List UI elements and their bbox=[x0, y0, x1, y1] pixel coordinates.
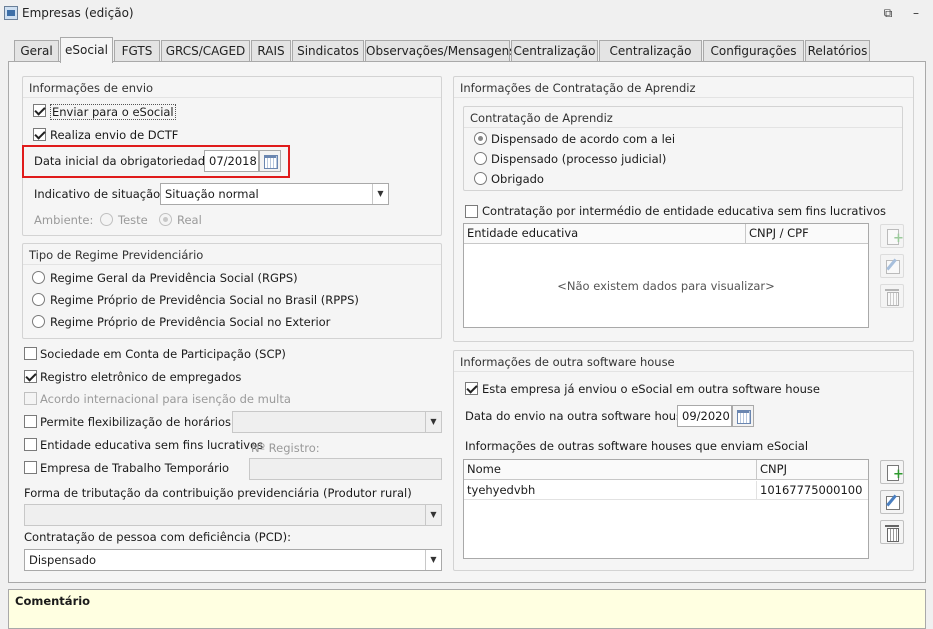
scp-label: Sociedade em Conta de Participação (SCP) bbox=[40, 347, 286, 361]
delete-icon[interactable] bbox=[880, 284, 904, 308]
tab-esocial[interactable]: eSocial bbox=[60, 37, 113, 63]
tab-rais[interactable]: RAIS bbox=[251, 40, 291, 62]
registro-eletronico-label: Registro eletrônico de empregados bbox=[40, 370, 242, 384]
contratacao-aprendiz-title: Contratação de Aprendiz bbox=[470, 111, 613, 125]
chevron-down-icon[interactable]: ▼ bbox=[425, 550, 441, 570]
acordo-checkbox[interactable] bbox=[24, 392, 37, 405]
tab-relatorios[interactable]: Relatórios bbox=[805, 40, 870, 62]
table-row[interactable]: tyehyedvbh 10167775000100 bbox=[464, 481, 868, 500]
regime-exterior-label: Regime Próprio de Previdência Social no … bbox=[50, 315, 331, 329]
acordo-label: Acordo internacional para isenção de mul… bbox=[40, 392, 291, 406]
empty-grid-message: <Não existem dados para visualizar> bbox=[557, 279, 775, 293]
calendar-icon[interactable] bbox=[732, 405, 754, 427]
situacao-select[interactable]: Situação normal ▼ bbox=[160, 183, 389, 205]
ambiente-teste-radio[interactable] bbox=[100, 213, 113, 226]
edit-icon[interactable] bbox=[880, 254, 904, 278]
column-header[interactable]: Entidade educativa bbox=[464, 224, 746, 244]
intermedio-entidade-checkbox[interactable] bbox=[465, 205, 478, 218]
dctf-checkbox[interactable] bbox=[33, 128, 46, 141]
dctf-label: Realiza envio de DCTF bbox=[50, 128, 179, 142]
scp-checkbox[interactable] bbox=[24, 347, 37, 360]
minimize-icon[interactable]: – bbox=[907, 4, 925, 22]
column-header[interactable]: Nome bbox=[464, 460, 757, 480]
entidade-grid[interactable]: Entidade educativa CNPJ / CPF <Não exist… bbox=[463, 223, 869, 328]
flexibilizacao-select[interactable]: ▼ bbox=[232, 411, 442, 433]
comment-label: Comentário bbox=[15, 594, 91, 608]
chevron-down-icon[interactable]: ▼ bbox=[425, 505, 441, 525]
situacao-label: Indicativo de situação: bbox=[34, 187, 165, 201]
aprendiz-group-title: Informações de Contratação de Aprendiz bbox=[460, 81, 696, 95]
entidade-educativa-checkbox[interactable] bbox=[24, 438, 37, 451]
column-header[interactable]: CNPJ / CPF bbox=[746, 224, 868, 244]
tributacao-select[interactable]: ▼ bbox=[24, 504, 442, 526]
pcd-value: Dispensado bbox=[29, 553, 97, 567]
comment-area[interactable]: Comentário bbox=[8, 589, 926, 629]
aprendiz-dispensado-lei-label: Dispensado de acordo com a lei bbox=[491, 132, 676, 146]
enviou-outra-checkbox[interactable] bbox=[465, 382, 478, 395]
regime-rgps-label: Regime Geral da Previdência Social (RGPS… bbox=[50, 271, 298, 285]
chevron-down-icon[interactable]: ▼ bbox=[425, 412, 441, 432]
tab-configuracoes[interactable]: Configurações bbox=[703, 40, 804, 62]
ambiente-teste-label: Teste bbox=[118, 213, 148, 227]
data-envio-input[interactable]: 09/2020 bbox=[677, 405, 732, 427]
regime-group-title: Tipo de Regime Previdenciário bbox=[29, 248, 204, 262]
flexibilizacao-label: Permite flexibilização de horários bbox=[40, 415, 231, 429]
software-grid-title: Informações de outras software houses qu… bbox=[465, 439, 809, 453]
tab-centralizacao-cs[interactable]: Centralização CS bbox=[599, 40, 702, 78]
ambiente-real-label: Real bbox=[177, 213, 202, 227]
regime-exterior-radio[interactable] bbox=[32, 315, 45, 328]
aprendiz-dispensado-judicial-radio[interactable] bbox=[474, 152, 487, 165]
tab-observacoes[interactable]: Observações/Mensagens bbox=[365, 40, 516, 62]
chevron-down-icon[interactable]: ▼ bbox=[372, 184, 388, 204]
add-icon[interactable] bbox=[880, 460, 904, 484]
pcd-label: Contratação de pessoa com deficiência (P… bbox=[24, 530, 291, 544]
tab-grcs-caged[interactable]: GRCS/CAGED bbox=[161, 40, 250, 62]
highlight-box bbox=[22, 145, 290, 178]
registro-eletronico-checkbox[interactable] bbox=[24, 370, 37, 383]
tributacao-label: Forma de tributação da contribuição prev… bbox=[24, 486, 412, 500]
flexibilizacao-checkbox[interactable] bbox=[24, 415, 37, 428]
trabalho-temporario-checkbox[interactable] bbox=[24, 461, 37, 474]
column-header[interactable]: CNPJ bbox=[757, 460, 868, 480]
aprendiz-dispensado-judicial-label: Dispensado (processo judicial) bbox=[491, 152, 667, 166]
entidade-educativa-label: Entidade educativa sem fins lucrativos bbox=[40, 438, 264, 452]
window-title: Empresas (edição) bbox=[22, 6, 134, 20]
numero-registro-label: Nº Registro: bbox=[251, 441, 320, 455]
ambiente-real-radio[interactable] bbox=[159, 213, 172, 226]
delete-icon[interactable] bbox=[880, 520, 904, 544]
row-cnpj: 10167775000100 bbox=[760, 483, 863, 497]
edit-icon[interactable] bbox=[880, 490, 904, 514]
tab-fgts[interactable]: FGTS bbox=[114, 40, 160, 62]
restore-icon[interactable]: ⧉ bbox=[879, 4, 897, 22]
numero-registro-input[interactable] bbox=[249, 458, 442, 480]
tab-centralizacao[interactable]: Centralização bbox=[511, 40, 598, 62]
enviar-esocial-checkbox[interactable] bbox=[33, 104, 46, 117]
aprendiz-dispensado-lei-radio[interactable] bbox=[474, 132, 487, 145]
regime-rpps-radio[interactable] bbox=[32, 293, 45, 306]
software-house-title: Informações de outra software house bbox=[460, 355, 675, 369]
enviar-esocial-label: Enviar para o eSocial bbox=[50, 104, 176, 120]
envio-group-title: Informações de envio bbox=[29, 81, 154, 95]
add-icon[interactable] bbox=[880, 224, 904, 248]
trabalho-temporario-label: Empresa de Trabalho Temporário bbox=[40, 461, 230, 475]
row-nome: tyehyedvbh bbox=[464, 481, 757, 500]
software-house-grid[interactable]: Nome CNPJ tyehyedvbh 10167775000100 bbox=[463, 459, 869, 559]
enviou-outra-label: Esta empresa já enviou o eSocial em outr… bbox=[482, 382, 820, 396]
pcd-select[interactable]: Dispensado ▼ bbox=[24, 549, 442, 571]
tab-geral[interactable]: Geral bbox=[14, 40, 59, 62]
regime-rgps-radio[interactable] bbox=[32, 271, 45, 284]
situacao-value: Situação normal bbox=[165, 187, 259, 201]
intermedio-entidade-label: Contratação por intermédio de entidade e… bbox=[482, 204, 886, 218]
aprendiz-obrigado-radio[interactable] bbox=[474, 172, 487, 185]
title-bar: Empresas (edição) ⧉ – bbox=[0, 0, 933, 28]
tab-sindicatos[interactable]: Sindicatos bbox=[292, 40, 364, 62]
data-envio-label: Data do envio na outra software house: bbox=[465, 409, 694, 423]
app-icon bbox=[4, 6, 18, 20]
regime-rpps-label: Regime Próprio de Previdência Social no … bbox=[50, 293, 359, 307]
ambiente-label: Ambiente: bbox=[34, 213, 94, 227]
aprendiz-obrigado-label: Obrigado bbox=[491, 172, 544, 186]
